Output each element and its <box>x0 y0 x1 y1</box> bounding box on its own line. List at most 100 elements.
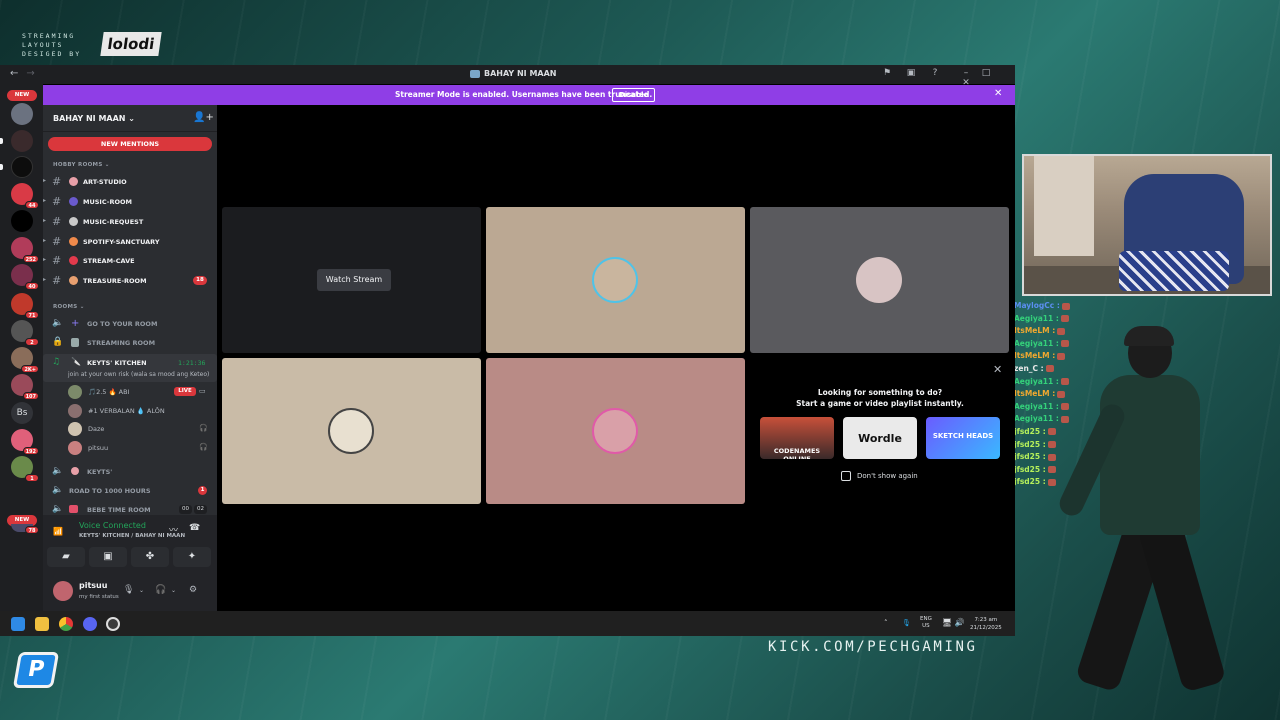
channel-art-studio[interactable]: ▸ # ART-STUDIO <box>43 173 217 191</box>
game-wordle[interactable]: Wordle <box>843 417 917 459</box>
avatar <box>592 257 638 303</box>
voice-user[interactable]: pitsuu 🎧 <box>43 439 217 457</box>
voice-channel-name: ROAD TO 1000 HOURS <box>69 487 151 495</box>
server-icon[interactable]: 2K+ <box>11 347 39 373</box>
chevron-down-icon[interactable]: ⌄ <box>171 587 176 594</box>
category-rooms[interactable]: ROOMS ⌄ <box>53 304 85 310</box>
server-icon[interactable]: 252 <box>11 237 39 263</box>
new-unread-pill[interactable]: NEW <box>7 90 37 101</box>
forward-arrow-icon[interactable]: → <box>26 68 34 79</box>
server-icon[interactable]: 107 <box>11 374 39 400</box>
server-icon[interactable]: 44 <box>11 183 39 209</box>
minimize-icon[interactable]: – <box>956 68 976 78</box>
channel-music-room[interactable]: ▸ # MUSIC-ROOM <box>43 193 217 211</box>
voice-user-name: #1 VERBALAN 💧 ALÔN <box>88 407 165 415</box>
game-sketch-heads[interactable]: SKETCH HEADS <box>926 417 1000 459</box>
channel-spotify-sanctuary[interactable]: ▸ # SPOTIFY-SANCTUARY <box>43 233 217 251</box>
voice-channel-road[interactable]: 🔈 ROAD TO 1000 HOURS 1 <box>43 482 217 500</box>
help-icon[interactable]: ? <box>923 68 947 78</box>
server-icon[interactable]: 40 <box>11 264 39 290</box>
settings-gear-icon[interactable]: ⚙ <box>189 585 197 595</box>
participant-tile[interactable] <box>222 358 481 504</box>
voice-channel-keyts-kitchen[interactable]: ♫ 🔪 KEYTS' KITCHEN 1:21:36 join at your … <box>43 354 217 382</box>
taskbar-clock[interactable]: 7:23 am 21/12/2025 <box>970 616 1002 632</box>
headphones-icon[interactable]: 🎧 <box>155 585 166 595</box>
noise-suppression-icon[interactable]: 〰 <box>169 523 178 536</box>
server-name: BAHAY NI MAAN ⌄ <box>53 114 135 123</box>
promo-title: Looking for something to do? <box>817 388 943 397</box>
mic-tray-icon[interactable]: 🎙 <box>902 619 911 627</box>
activities-button[interactable]: ✤ <box>131 547 169 567</box>
close-banner-icon[interactable]: ✕ <box>994 88 1002 99</box>
voice-user[interactable]: #1 VERBALAN 💧 ALÔN <box>43 402 217 420</box>
signal-icon[interactable]: 📶 <box>53 527 63 536</box>
activities-icon: ✤ <box>145 551 155 562</box>
server-icon[interactable]: 71 <box>11 293 39 319</box>
server-icon[interactable] <box>11 103 33 125</box>
soundboard-button[interactable]: ✦ <box>173 547 211 567</box>
stream-tile[interactable]: Watch Stream <box>222 207 481 353</box>
add-member-icon[interactable]: 👤+ <box>193 112 214 123</box>
language-indicator[interactable]: ENG US <box>920 616 932 630</box>
dont-show-again[interactable]: Don't show again <box>841 471 918 481</box>
hash-icon: # <box>52 195 62 208</box>
server-icon[interactable] <box>11 130 33 152</box>
server-icon[interactable]: 192 <box>11 429 39 455</box>
chrome-icon[interactable] <box>59 617 73 631</box>
avatar[interactable] <box>53 581 73 601</box>
flag-icon[interactable]: ⚑ <box>875 68 899 78</box>
camera-toggle-button[interactable]: ▰ <box>47 547 85 567</box>
mic-icon[interactable]: 🎙 <box>123 585 134 595</box>
spotify-icon <box>69 237 78 246</box>
mention-badge: 2K+ <box>21 365 39 373</box>
obs-icon[interactable] <box>106 617 120 631</box>
inbox-icon[interactable]: ▣ <box>899 68 923 78</box>
participant-tile[interactable] <box>750 207 1009 353</box>
server-header[interactable]: BAHAY NI MAAN ⌄ 👤+ <box>43 105 217 132</box>
server-icon[interactable]: 2 <box>11 320 39 346</box>
close-promo-icon[interactable]: ✕ <box>993 363 1002 376</box>
participant-tile[interactable] <box>486 207 745 353</box>
voice-channel-go-to-room[interactable]: 🔈 + GO TO YOUR ROOM <box>43 315 217 333</box>
watch-stream-button[interactable]: Watch Stream <box>317 269 391 291</box>
network-volume-icons[interactable]: 🖥 🔊 <box>942 618 965 627</box>
tray-overflow-icon[interactable]: ˄ <box>884 619 888 627</box>
channel-music-request[interactable]: ▸ # MUSIC-REQUEST <box>43 213 217 231</box>
user-status[interactable]: my first status <box>79 594 119 600</box>
game-codenames[interactable]: CODENAMES ONLINE <box>760 417 834 459</box>
disable-streamer-button[interactable]: Disable <box>612 88 656 102</box>
discord-icon[interactable] <box>83 617 97 631</box>
channel-treasure-room[interactable]: ▸ # TREASURE-ROOM 18 <box>43 272 217 290</box>
disconnect-icon[interactable]: ☎ <box>189 523 200 533</box>
voice-user[interactable]: 🎵2.5 🔥 ABI LIVE ▭ <box>43 383 217 401</box>
titlebar-tools: ⚑ ▣? <box>875 68 947 78</box>
title-bar: ← → BAHAY NI MAAN ⚑ ▣? – □✕ <box>0 65 1015 88</box>
server-icon-text[interactable]: Bs <box>11 402 33 424</box>
category-hobby-rooms[interactable]: HOBBY ROOMS ⌄ <box>53 162 110 168</box>
server-icon[interactable]: 78 <box>11 524 39 534</box>
voice-channel-name: KEYTS' KITCHEN <box>87 359 147 367</box>
voice-user[interactable]: Daze 🎧 <box>43 420 217 438</box>
participant-tile[interactable] <box>486 358 745 504</box>
back-arrow-icon[interactable]: ← <box>10 68 18 79</box>
chevron-down-icon[interactable]: ⌄ <box>139 587 144 594</box>
screen-share-button[interactable]: ▣ <box>89 547 127 567</box>
webcam-feed <box>1022 154 1272 296</box>
start-icon[interactable] <box>11 617 25 631</box>
cam-pillow <box>1119 251 1229 291</box>
new-mentions-pill[interactable]: NEW MENTIONS <box>48 137 212 151</box>
user-name[interactable]: pitsuu <box>79 581 107 590</box>
voice-connected-title[interactable]: Voice Connected <box>79 521 146 530</box>
server-icon[interactable] <box>11 156 33 178</box>
maximize-icon[interactable]: □ <box>976 68 996 78</box>
voice-channel-streaming-room[interactable]: 🔒 STREAMING ROOM <box>43 334 217 352</box>
server-icon[interactable]: 1 <box>11 456 39 482</box>
server-icon[interactable] <box>11 210 33 232</box>
live-badge: LIVE <box>174 387 196 396</box>
streamer-emoji-icon <box>71 338 79 347</box>
channel-stream-cave[interactable]: ▸ # STREAM-CAVE <box>43 252 217 270</box>
checkbox[interactable] <box>841 471 851 481</box>
voice-channel-keyts[interactable]: 🔈 KEYTS' <box>43 463 217 481</box>
file-explorer-icon[interactable] <box>35 617 49 631</box>
channel-name: MUSIC-ROOM <box>83 198 132 206</box>
